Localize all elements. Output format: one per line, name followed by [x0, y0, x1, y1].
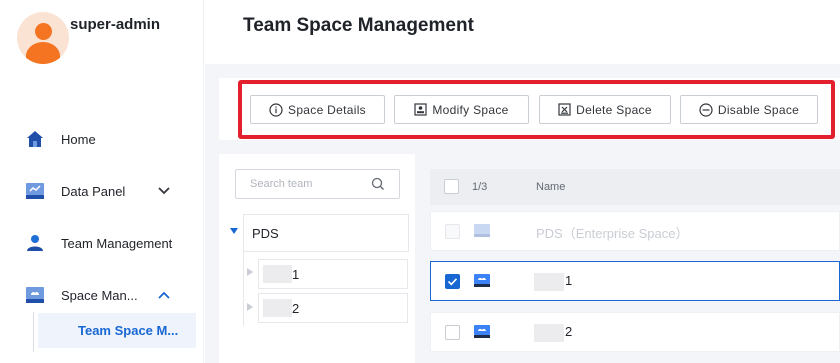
table-header: 1/3 Name — [430, 169, 840, 205]
team-tree-panel: PDS 1 2 — [219, 154, 415, 363]
sidebar-item-label: Home — [61, 131, 96, 147]
chevron-down-icon[interactable] — [156, 183, 172, 199]
tree-node-label: PDS — [252, 225, 279, 241]
sidebar: super-admin Home Data Panel Team Managem… — [0, 0, 204, 363]
space-icon — [474, 325, 490, 338]
caret-down-icon[interactable] — [230, 228, 238, 234]
table-row[interactable]: 1 — [430, 261, 840, 301]
sidebar-nav: Home Data Panel Team Management Space Ma… — [0, 113, 204, 321]
avatar[interactable] — [17, 12, 69, 64]
space-icon — [474, 224, 490, 237]
select-all-checkbox[interactable] — [444, 179, 459, 194]
row-checkbox — [445, 224, 460, 239]
tree-node-label: 1 — [292, 266, 300, 282]
disable-space-label: Disable Space — [717, 102, 800, 117]
space-table: 1/3 Name PDS（Enterprise Space） 1 2 — [430, 154, 840, 363]
table-row[interactable]: 2 — [430, 312, 840, 352]
team-icon — [25, 233, 45, 253]
home-icon — [25, 129, 45, 149]
search-icon[interactable] — [371, 177, 385, 191]
page-title: Team Space Management — [243, 15, 474, 36]
column-header-name[interactable]: Name — [536, 181, 565, 193]
search-team-input[interactable] — [236, 170, 371, 198]
data-panel-icon — [25, 181, 45, 201]
space-icon — [25, 285, 45, 305]
sidebar-subitem-label: Team Space M... — [78, 323, 179, 338]
main-content: Team Space Management Space Details Modi… — [205, 0, 840, 363]
app-window: super-admin Home Data Panel Team Managem… — [0, 0, 840, 363]
redacted-text — [263, 299, 292, 317]
row-name: 2 — [565, 324, 573, 339]
edit-icon — [414, 103, 427, 116]
sidebar-item-data-panel[interactable]: Data Panel — [0, 165, 204, 217]
tree-node-label: 2 — [292, 300, 300, 316]
checkmark-icon — [447, 278, 458, 286]
row-name: PDS（Enterprise Space） — [536, 226, 689, 241]
page-header: Team Space Management — [205, 0, 840, 64]
username: super-admin — [70, 16, 161, 33]
row-name: 1 — [565, 273, 573, 288]
table-row: PDS（Enterprise Space） — [430, 211, 840, 251]
info-icon — [269, 102, 283, 117]
chevron-up-icon[interactable] — [156, 287, 172, 303]
redacted-text — [534, 324, 564, 342]
selection-count: 1/3 — [472, 181, 488, 193]
submenu-guide-line — [33, 312, 34, 352]
user-profile[interactable] — [17, 12, 69, 64]
caret-right-icon[interactable] — [247, 303, 253, 311]
sidebar-item-label: Team Management — [61, 235, 173, 251]
disable-icon — [699, 102, 713, 117]
modify-space-button[interactable]: Modify Space — [394, 95, 529, 124]
tree-guide-line — [243, 252, 244, 326]
tree-node-child[interactable]: 2 — [258, 293, 408, 323]
caret-right-icon[interactable] — [247, 268, 253, 276]
row-checkbox[interactable] — [445, 325, 460, 340]
sidebar-subitem-team-space-management[interactable]: Team Space M... — [38, 313, 196, 348]
sidebar-item-home[interactable]: Home — [0, 113, 204, 165]
delete-icon — [558, 103, 571, 116]
space-icon — [474, 274, 490, 287]
delete-space-label: Delete Space — [576, 102, 652, 117]
sidebar-item-label: Data Panel — [61, 183, 126, 199]
redacted-text — [263, 265, 292, 283]
row-checkbox[interactable] — [445, 274, 460, 289]
redacted-text — [534, 273, 564, 291]
sidebar-item-team-management[interactable]: Team Management — [0, 217, 204, 269]
tree-node-root[interactable]: PDS — [243, 214, 409, 252]
sidebar-item-label: Space Man... — [61, 287, 138, 303]
space-details-button[interactable]: Space Details — [250, 95, 385, 124]
tree-node-child[interactable]: 1 — [258, 259, 408, 289]
search-team-box — [235, 169, 400, 199]
disable-space-button[interactable]: Disable Space — [680, 95, 818, 124]
modify-space-label: Modify Space — [432, 102, 509, 117]
space-details-label: Space Details — [288, 102, 366, 117]
delete-space-button[interactable]: Delete Space — [539, 95, 671, 124]
